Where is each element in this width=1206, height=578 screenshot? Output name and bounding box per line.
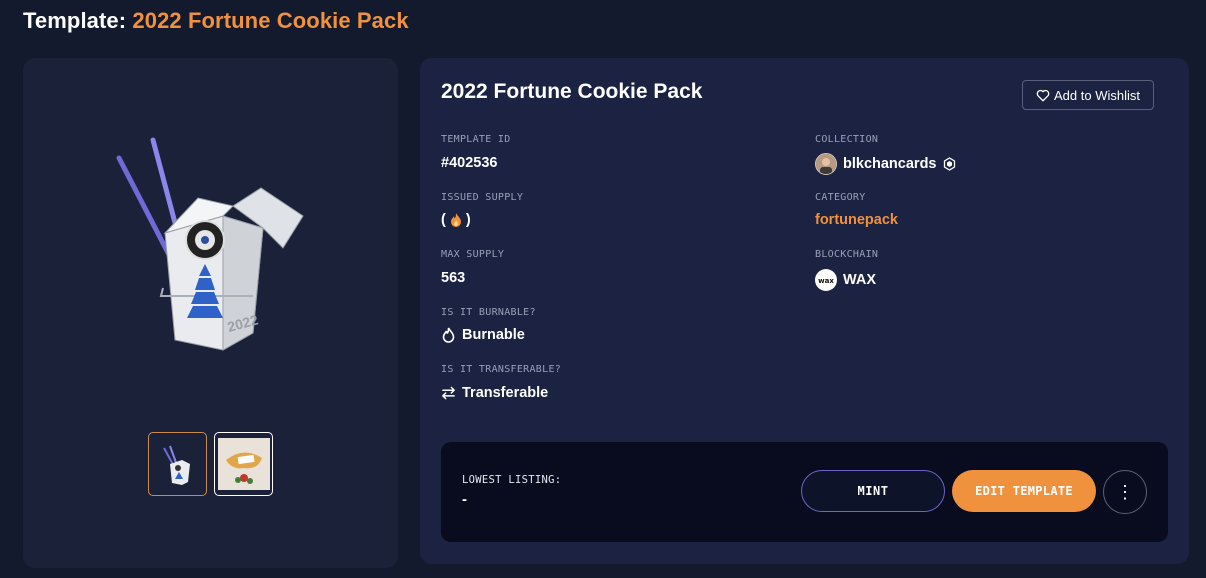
- category-link: fortunepack: [815, 212, 898, 228]
- template-title: 2022 Fortune Cookie Pack: [441, 80, 703, 103]
- blockchain-name: WAX: [843, 272, 877, 288]
- burnable-label: IS IT BURNABLE?: [441, 307, 536, 318]
- collection-name: blkchancards: [843, 156, 937, 172]
- template-id-value: #402536: [441, 155, 497, 171]
- transfer-arrows-icon: [442, 386, 455, 400]
- add-to-wishlist-label: Add to Wishlist: [1054, 87, 1140, 103]
- collection-label: COLLECTION: [815, 134, 879, 145]
- collection-avatar-image: [816, 154, 836, 174]
- issued-supply-paren-open: (: [441, 212, 446, 228]
- add-to-wishlist-button[interactable]: Add to Wishlist: [1022, 80, 1154, 110]
- burnable-value: Burnable: [441, 327, 525, 343]
- page-title-template-name: 2022 Fortune Cookie Pack: [132, 8, 409, 33]
- lowest-listing-box: LOWEST LISTING: - MINT EDIT TEMPLATE ⋮: [441, 442, 1168, 542]
- category-value[interactable]: fortunepack: [815, 212, 898, 228]
- issued-supply-value: ( ): [441, 212, 471, 228]
- thumbnail-cookie-icon: [217, 438, 270, 490]
- verified-badge-icon: [943, 157, 955, 171]
- max-supply-text: 563: [441, 270, 466, 286]
- max-supply-label: MAX SUPPLY: [441, 249, 505, 260]
- thumbnail-cookie-image[interactable]: [214, 432, 273, 496]
- issued-supply-paren-close: ): [465, 212, 471, 228]
- edit-template-button[interactable]: EDIT TEMPLATE: [952, 470, 1096, 512]
- lowest-listing-label: LOWEST LISTING:: [462, 474, 562, 486]
- collection-value[interactable]: blkchancards: [815, 153, 956, 175]
- template-main-image: 2022: [116, 137, 304, 351]
- heart-icon: [1036, 89, 1050, 101]
- wax-logo-icon: wax: [815, 269, 837, 291]
- template-id-label: TEMPLATE ID: [441, 134, 511, 145]
- blockchain-value: wax WAX: [815, 269, 876, 291]
- template-details-panel: 2022 Fortune Cookie Pack Add to Wishlist…: [420, 58, 1189, 564]
- burnable-text: Burnable: [462, 327, 525, 343]
- transferable-label: IS IT TRANSFERABLE?: [441, 364, 562, 375]
- issued-supply-label: ISSUED SUPPLY: [441, 192, 524, 203]
- page-title-prefix: Template:: [23, 8, 127, 33]
- fire-icon: [450, 213, 461, 227]
- template-image-panel: 2022: [23, 58, 398, 568]
- mint-button[interactable]: MINT: [801, 470, 945, 512]
- lowest-listing-value: -: [462, 491, 467, 508]
- blockchain-label: BLOCKCHAIN: [815, 249, 879, 260]
- category-label: CATEGORY: [815, 192, 866, 203]
- transferable-value: Transferable: [441, 385, 548, 401]
- thumbnail-pack-image[interactable]: [148, 432, 207, 496]
- flame-outline-icon: [442, 327, 455, 343]
- wax-logo-text: wax: [818, 277, 834, 285]
- more-vertical-icon: ⋮: [1116, 482, 1134, 502]
- more-options-button[interactable]: ⋮: [1103, 470, 1147, 514]
- transferable-text: Transferable: [462, 385, 549, 401]
- template-id-text: #402536: [441, 155, 498, 171]
- thumbnail-pack-icon: [162, 445, 190, 485]
- page-title: Template: 2022 Fortune Cookie Pack: [23, 8, 409, 34]
- wax-logo-mark: wax: [818, 277, 834, 285]
- collection-avatar: [815, 153, 837, 175]
- max-supply-value: 563: [441, 270, 465, 286]
